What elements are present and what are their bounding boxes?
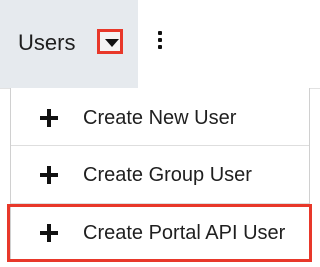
module-header: Users [0, 0, 320, 89]
users-actions-menu: Create New User Create Group User Create… [10, 88, 310, 262]
menu-item-label: Create Group User [83, 163, 252, 186]
plus-icon [40, 108, 58, 127]
users-module-tab[interactable]: Users [0, 0, 138, 88]
menu-item-label: Create Portal API User [83, 221, 286, 244]
users-tab-label: Users [18, 30, 76, 55]
plus-icon [40, 165, 58, 184]
menu-item-create-group-user[interactable]: Create Group User [11, 146, 309, 204]
plus-icon [40, 223, 58, 242]
page: Users Create New User Create Group User … [0, 0, 320, 267]
caret-down-icon[interactable] [97, 29, 123, 54]
menu-item-label: Create New User [83, 106, 237, 129]
menu-item-create-portal-api-user[interactable]: Create Portal API User [11, 204, 309, 261]
menu-item-create-new-user[interactable]: Create New User [11, 90, 309, 146]
vertical-ellipsis-icon[interactable] [152, 29, 168, 55]
